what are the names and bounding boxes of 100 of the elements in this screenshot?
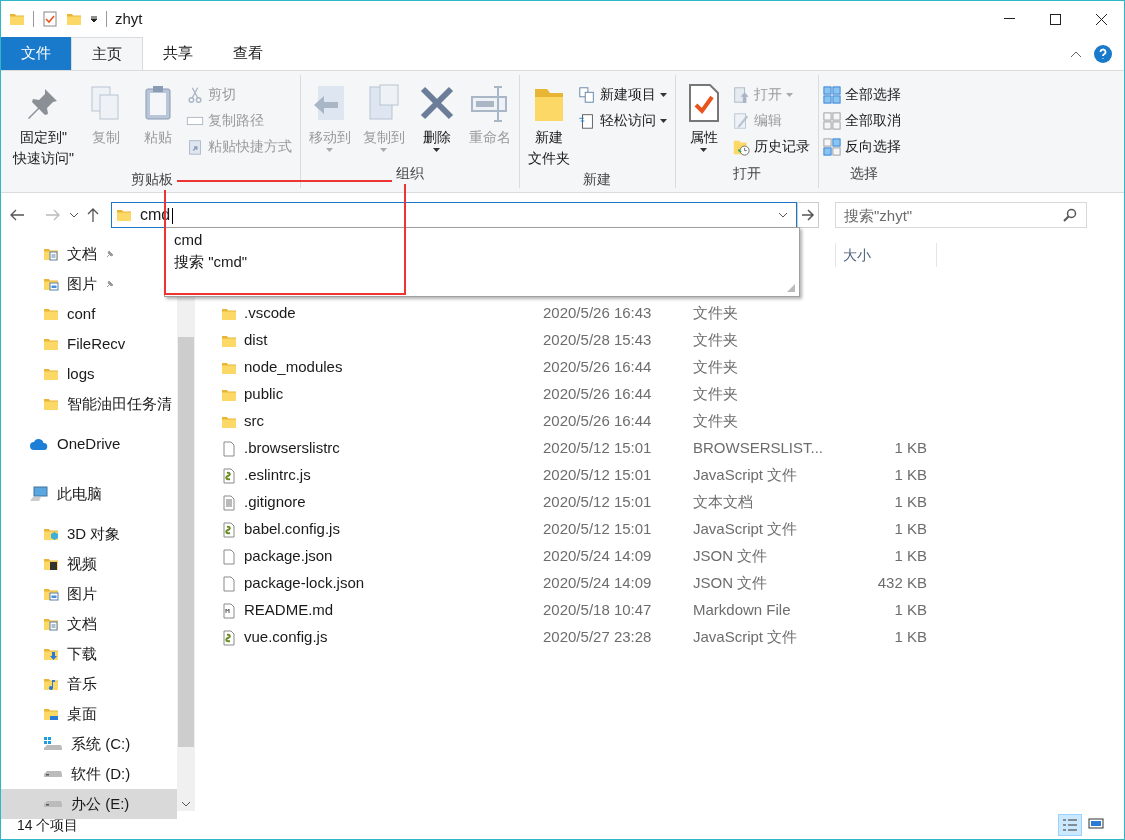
file-row[interactable]: dist 2020/5/28 15:43 文件夹 [221,327,1124,354]
new-item-icon [578,85,596,104]
nav-item[interactable]: 桌面 [1,699,101,729]
file-date: 2020/5/12 15:01 [543,438,653,459]
file-row[interactable]: public 2020/5/26 16:44 文件夹 [221,381,1124,408]
search-icon [1063,208,1077,222]
file-type: 文件夹 [693,330,739,351]
nav-item[interactable]: 文档 [1,609,101,639]
go-button[interactable] [797,202,819,228]
file-type: 文件夹 [693,357,739,378]
file-row[interactable]: src 2020/5/26 16:44 文件夹 [221,408,1124,435]
nav-item[interactable]: 此电脑 [1,479,106,509]
ribbon-button[interactable]: 反向选择 [823,135,905,158]
file-row[interactable]: package.json 2020/5/24 14:09 JSON 文件 1 KB [221,543,1124,570]
ribbon-button[interactable]: 属性 [680,79,728,152]
edit-icon [732,111,750,130]
file-row[interactable]: .gitignore 2020/5/12 15:01 文本文档 1 KB [221,489,1124,516]
checklist-icon[interactable] [42,11,58,27]
file-row[interactable]: README.md 2020/5/18 10:47 Markdown File 1 KB [221,597,1124,624]
nav-item[interactable]: 办公 (E:) [1,789,177,819]
file-size: 432 KB [876,573,927,594]
file-date: 2020/5/26 16:44 [543,384,653,405]
suggestion-item[interactable]: cmd [165,229,799,251]
folder-icon [116,207,132,223]
file-name: .gitignore [244,492,306,513]
folder-icon [66,11,82,27]
ribbon-button[interactable]: 全部选择 [823,83,905,106]
file-date: 2020/5/26 16:43 [543,303,653,324]
details-view-icon [1062,818,1078,832]
file-date: 2020/5/12 15:01 [543,519,653,540]
ribbon-button[interactable]: 轻松访问 [578,109,671,132]
caret-icon [326,148,334,152]
file-row[interactable]: node_modules 2020/5/26 16:44 文件夹 [221,354,1124,381]
ribbon-tab[interactable]: 主页 [71,37,143,70]
file-name: vue.config.js [244,627,328,648]
suggestion-item[interactable]: 搜索 "cmd" [165,251,799,273]
script-file-icon [221,521,237,538]
nav-item[interactable]: 系统 (C:) [1,729,135,759]
download-folder-icon [43,646,59,662]
invert-selection-icon [823,137,841,156]
ribbon-button[interactable]: 历史记录 [732,135,814,158]
nav-item[interactable]: 文档 [1,239,119,269]
recent-locations-icon[interactable] [69,212,79,218]
select-all-icon [823,85,841,104]
minimize-icon [1003,18,1015,20]
file-row[interactable]: .eslintrc.js 2020/5/12 15:01 JavaScript 文件 1 KB [221,462,1124,489]
ribbon-tab[interactable]: 查看 [213,37,283,70]
ribbon-button[interactable]: 新建项目 [578,83,671,106]
caret-icon [660,92,667,97]
file-name: public [244,384,284,405]
details-view-button[interactable] [1058,814,1082,836]
back-icon[interactable] [9,209,25,221]
text-file-icon [221,494,237,511]
nav-item[interactable]: FileRecv [1,329,130,359]
file-row[interactable]: babel.config.js 2020/5/12 15:01 JavaScript 文件 1 KB [221,516,1124,543]
nav-item[interactable]: 3D 对象 [1,519,125,549]
nav-item[interactable]: 下载 [1,639,101,669]
dropdown-icon[interactable] [778,212,788,218]
caret-icon[interactable] [90,15,98,23]
nav-item[interactable]: 软件 (D:) [1,759,135,789]
file-name: babel.config.js [244,519,340,540]
file-row[interactable]: .browserslistrc 2020/5/12 15:01 BROWSERSLIST... 1 KB [221,435,1124,462]
nav-item[interactable]: 智能油田任务清 [1,389,176,419]
file-row[interactable]: .vscode 2020/5/26 16:43 文件夹 [221,300,1124,327]
ribbon-button[interactable]: 全部取消 [823,109,905,132]
nav-item[interactable]: conf [1,299,100,329]
collapse-ribbon-icon[interactable] [1070,49,1082,58]
file-size: 1 KB [893,438,927,459]
nav-item[interactable]: 图片 [1,579,101,609]
nav-item[interactable]: logs [1,359,99,389]
large-icons-view-icon [1088,818,1104,832]
ribbon-tab[interactable]: 共享 [143,37,213,70]
resize-grip-icon[interactable] [785,282,797,294]
file-menu-tab[interactable]: 文件 [1,37,71,70]
drive-icon [43,800,63,808]
search-field[interactable]: 搜索"zhyt" [835,202,1087,228]
help-icon[interactable] [1094,44,1112,63]
markdown-file-icon [221,602,237,619]
ribbon-button[interactable]: 新建 文件夹 [524,79,574,169]
file-type: JavaScript 文件 [693,519,799,540]
column-header[interactable]: 大小 [836,244,936,266]
file-type: Markdown File [693,600,792,621]
file-name: node_modules [244,357,343,378]
caret-icon [786,92,793,97]
film-folder-icon [43,556,59,572]
document-folder-icon [43,246,59,262]
window-title: zhyt [115,8,143,29]
nav-item[interactable]: 音乐 [1,669,101,699]
file-type: BROWSERSLIST... [693,438,823,459]
file-row[interactable]: package-lock.json 2020/5/24 14:09 JSON 文件 432 KB [221,570,1124,597]
script-file-icon [221,629,237,646]
nav-item[interactable]: 视频 [1,549,101,579]
file-row[interactable]: vue.config.js 2020/5/27 23:28 JavaScript 文件 1 KB [221,624,1124,651]
nav-item[interactable]: 图片 [1,269,119,299]
file-name: package-lock.json [244,573,365,594]
folder-icon [43,366,59,382]
ribbon-button[interactable]: 删除 [413,79,461,152]
up-icon[interactable] [87,207,99,223]
ribbon-button[interactable]: 固定到" 快速访问" [9,79,78,169]
nav-item[interactable]: OneDrive [1,429,125,459]
